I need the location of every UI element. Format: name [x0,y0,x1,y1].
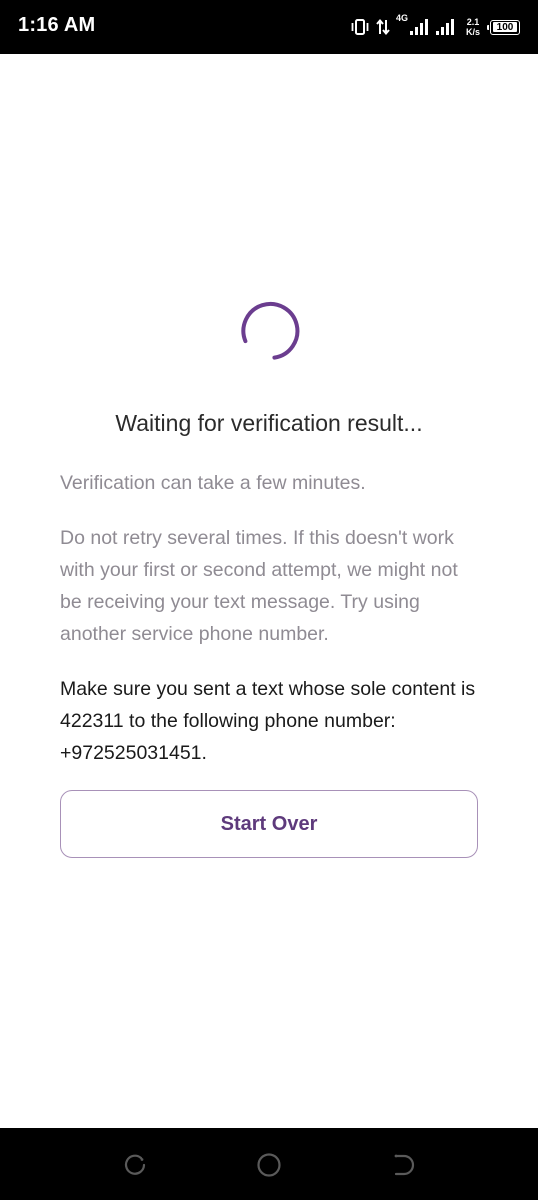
recents-icon[interactable] [120,1150,150,1180]
battery-icon: 100 [487,19,520,35]
navigation-bar [0,1128,538,1200]
speed-value: 2.1 [466,17,480,27]
home-icon[interactable] [254,1150,284,1180]
loading-spinner-icon [240,301,300,361]
back-icon[interactable] [388,1150,418,1180]
status-time: 1:16 AM [18,14,96,36]
info-time-text: Verification can take a few minutes. [60,472,366,494]
start-over-button[interactable]: Start Over [60,790,478,858]
page-title: Waiting for verification result... [115,410,423,436]
status-bar: 1:16 AM 4G 2.1 K/s 100 [0,0,538,54]
info-retry-text: Do not retry several times. If this does… [60,527,458,645]
speed-unit: K/s [465,27,480,37]
vibrate-icon [350,18,370,36]
battery-cap [487,24,489,30]
signal-icon [409,18,458,36]
status-icons: 4G 2.1 K/s 100 [350,13,520,41]
battery-level: 100 [496,21,514,33]
data-transfer-icon [376,18,390,36]
network-type: 4G [395,13,408,23]
instruction-text: Make sure you sent a text whose sole con… [60,678,476,764]
network-speed: 2.1 K/s [466,17,480,37]
